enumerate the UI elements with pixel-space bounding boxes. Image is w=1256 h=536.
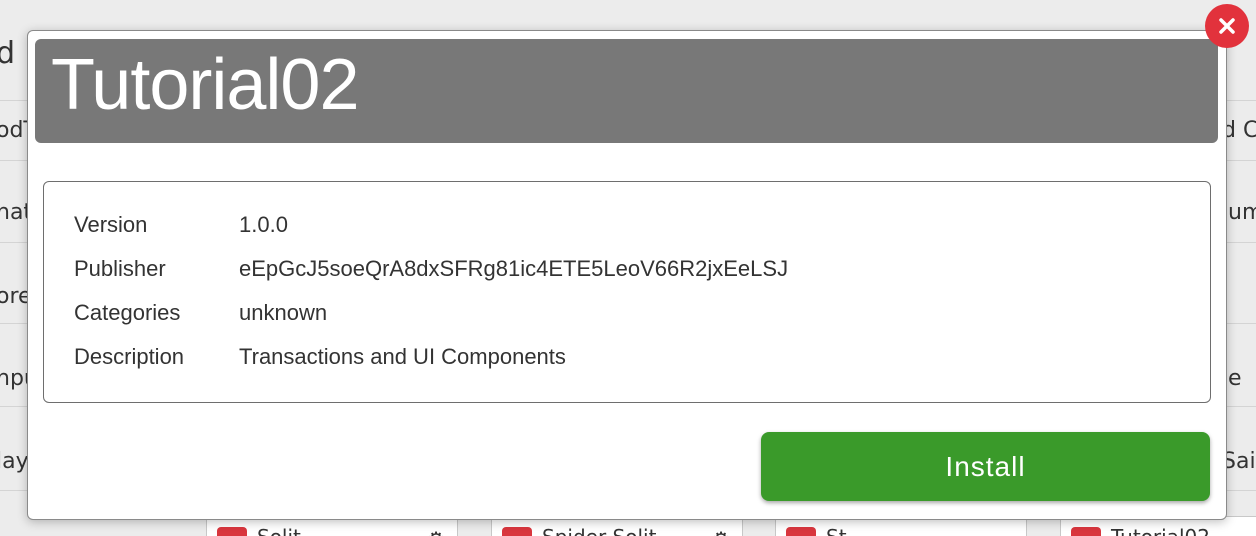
app-details-box: Version 1.0.0 Publisher eEpGcJ5soeQrA8dx… [43, 181, 1211, 403]
bg-card-label: Tutorial02 [1111, 525, 1210, 536]
dialog-title-bar: Tutorial02 [35, 39, 1218, 143]
app-logo-icon [217, 527, 247, 536]
bg-card-label: St [826, 525, 847, 536]
detail-label: Categories [74, 300, 181, 325]
bg-text-fragment: um [1228, 200, 1256, 225]
detail-value: unknown [239, 300, 328, 325]
gear-icon[interactable]: ⚙ [712, 527, 730, 536]
close-button[interactable] [1205, 4, 1249, 48]
detail-value: eEpGcJ5soeQrA8dxSFRg81ic4ETE5LeoV66R2jxE… [239, 256, 789, 281]
bg-card-label: Solit [257, 525, 301, 536]
close-icon [1219, 18, 1235, 34]
bg-text-fragment: Sait [1222, 449, 1256, 474]
bg-text-fragment: e [1228, 366, 1242, 391]
bg-text-fragment: lay [0, 449, 29, 474]
install-button[interactable]: Install [761, 432, 1210, 501]
app-logo-icon [1071, 527, 1101, 536]
bg-text-fragment: d C [1222, 118, 1256, 143]
detail-label: Description [74, 344, 185, 369]
detail-label: Publisher [74, 256, 166, 281]
app-info-dialog: Tutorial02 Version 1.0.0 Publisher eEpGc… [27, 30, 1227, 520]
bg-card-label: Spider Solit [542, 525, 656, 536]
detail-label: Version [74, 212, 148, 237]
detail-value: Transactions and UI Components [239, 344, 566, 369]
app-logo-icon [786, 527, 816, 536]
dialog-title: Tutorial02 [51, 45, 359, 125]
detail-value: 1.0.0 [239, 212, 288, 237]
gear-icon[interactable]: ⚙ [427, 527, 445, 536]
app-logo-icon [502, 527, 532, 536]
